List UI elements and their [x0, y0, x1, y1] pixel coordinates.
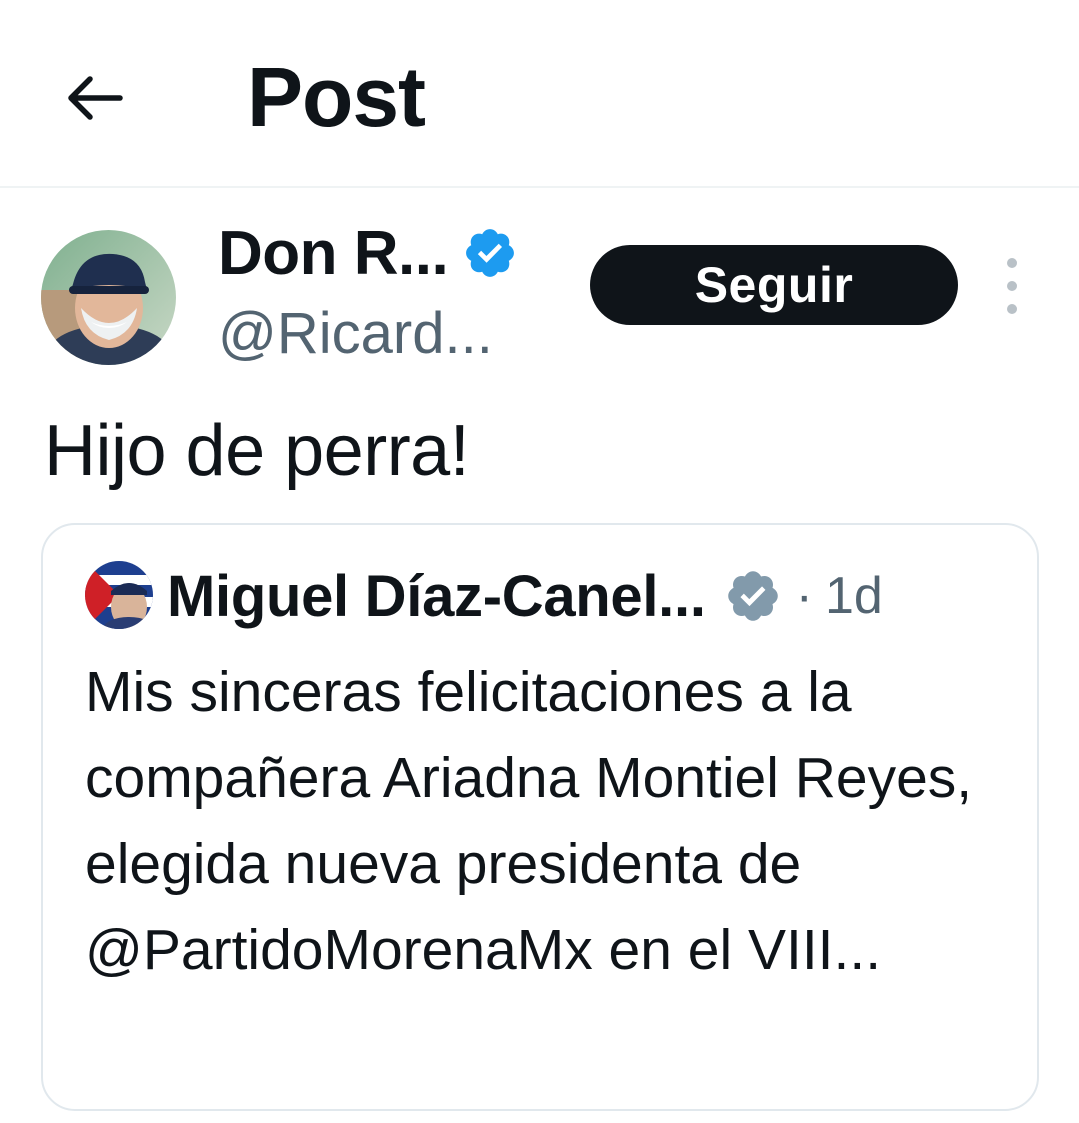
author-avatar[interactable]	[41, 230, 176, 365]
follow-button[interactable]: Seguir	[590, 245, 958, 325]
back-button[interactable]	[58, 66, 130, 130]
post-text: Hijo de perra!	[44, 411, 470, 491]
author-handle[interactable]: @Ricard...	[218, 300, 493, 367]
verified-badge-icon	[727, 571, 778, 621]
quoted-author-avatar[interactable]	[85, 561, 153, 629]
quoted-post-header: Miguel Díaz-Canel... · 1d	[167, 561, 883, 631]
author-display-name[interactable]: Don R...	[218, 218, 449, 289]
quoted-author-name[interactable]: Miguel Díaz-Canel...	[167, 563, 706, 630]
more-vertical-icon	[1007, 258, 1017, 268]
quoted-post-card[interactable]: Miguel Díaz-Canel... · 1d Mis sinceras f…	[41, 523, 1039, 1111]
top-bar: Post	[0, 0, 1079, 188]
more-options-button[interactable]	[994, 258, 1030, 314]
arrow-left-icon	[68, 76, 123, 120]
quoted-post-timestamp[interactable]: 1d	[825, 566, 883, 626]
quoted-post-text: Mis sinceras felicitaciones a la compañe…	[85, 660, 973, 982]
header-separator: ·	[795, 567, 813, 625]
verified-badge-icon	[466, 229, 515, 277]
page-title: Post	[247, 50, 426, 144]
author-name-row: Don R...	[218, 218, 518, 289]
